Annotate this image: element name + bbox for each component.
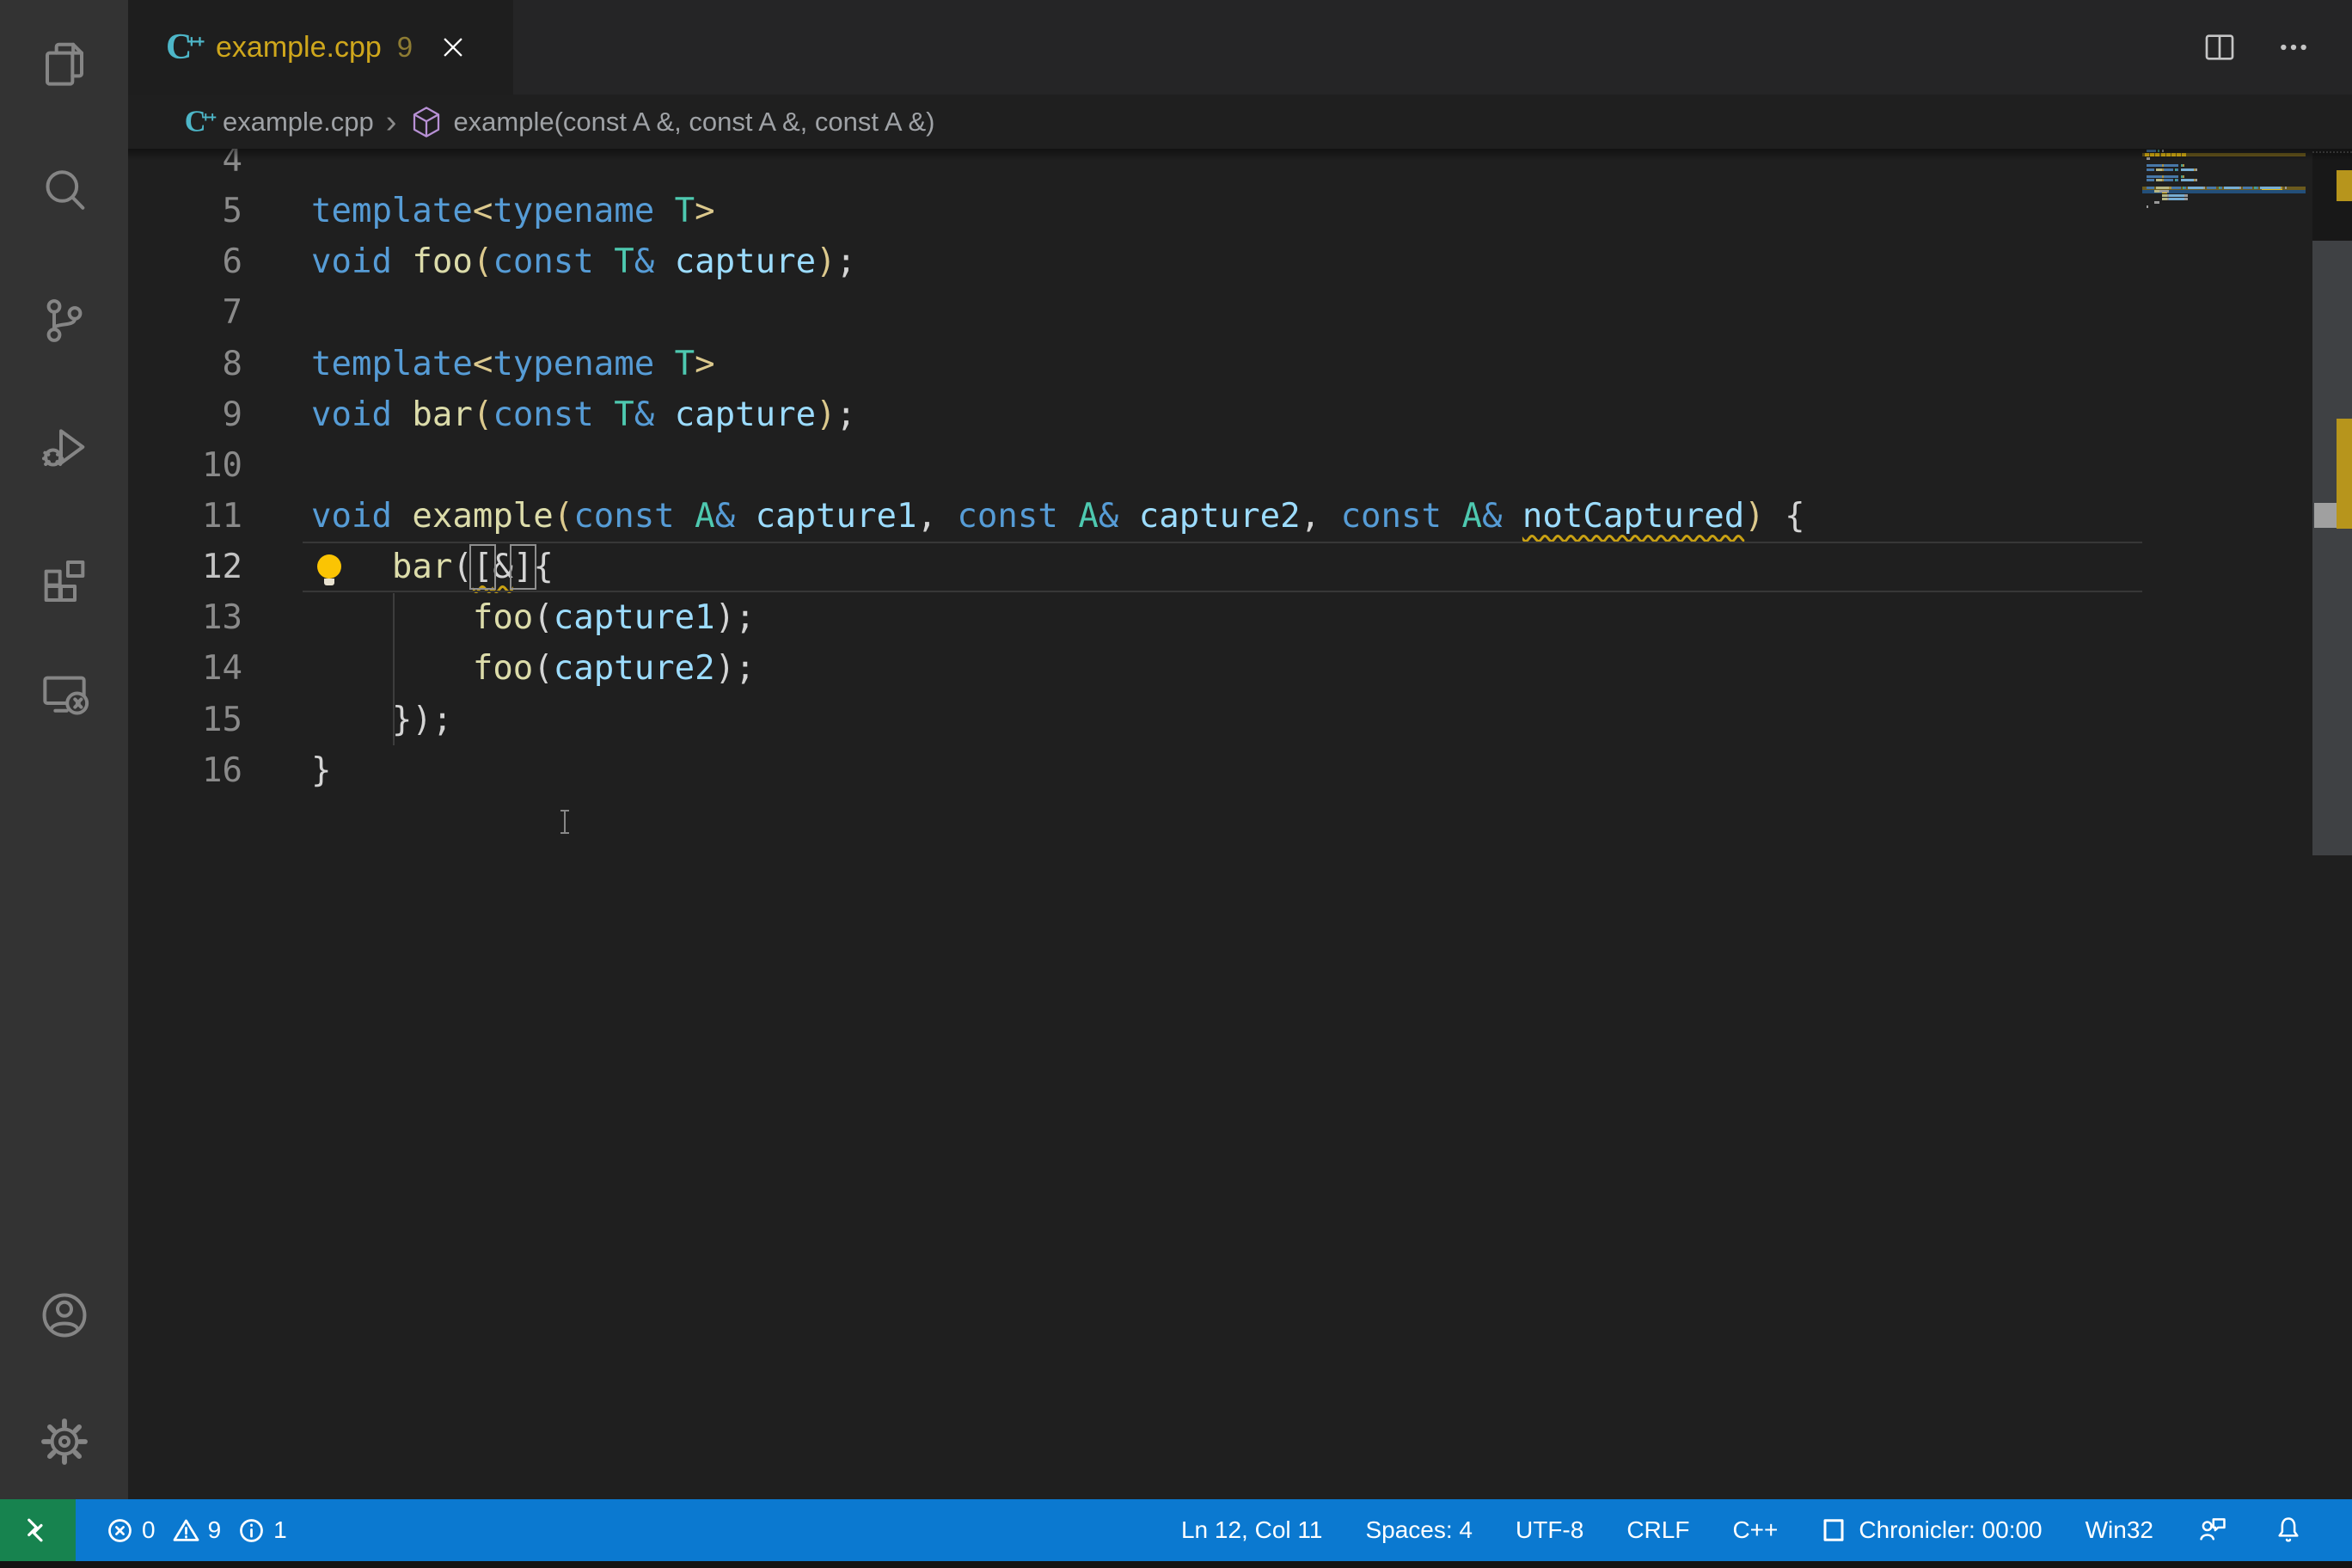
breadcrumb: C++ example.cpp › example(const A &, con… — [128, 95, 2352, 149]
chronicler-icon — [1821, 1516, 1847, 1545]
scrollbar[interactable] — [2312, 149, 2352, 1499]
search-icon — [37, 162, 92, 217]
line-number: 4 — [128, 149, 242, 186]
chevron-right-icon: › — [386, 109, 397, 135]
remote-explorer-icon — [37, 665, 92, 720]
code-line[interactable]: 7 — [128, 287, 2142, 338]
line-number: 9 — [128, 389, 242, 440]
split-editor-icon[interactable] — [2201, 28, 2239, 66]
feedback-button[interactable] — [2196, 1514, 2229, 1547]
error-count: 0 — [142, 1516, 156, 1544]
cursor-position-status[interactable]: Ln 12, Col 11 — [1181, 1516, 1323, 1544]
code-line[interactable]: 14 foo(capture2); — [128, 643, 2142, 694]
symbol-method-icon — [408, 104, 444, 140]
info-icon — [238, 1517, 265, 1544]
code-line[interactable]: 13 foo(capture1); — [128, 592, 2142, 643]
code-line[interactable]: 10 — [128, 440, 2142, 491]
sidebar-item-source-control[interactable] — [0, 273, 128, 368]
breadcrumb-file[interactable]: example.cpp — [223, 107, 374, 138]
code-line[interactable]: 8template<typename T> — [128, 339, 2142, 389]
warning-count: 9 — [208, 1516, 222, 1544]
line-number: 10 — [128, 440, 242, 491]
code-editor[interactable]: 45template<typename T>6void foo(const T&… — [128, 149, 2142, 1499]
sidebar-item-explorer[interactable] — [0, 17, 128, 112]
run-debug-icon — [37, 420, 92, 475]
status-bar: 0 9 1 Ln 12, Col 11 Spaces: 4 UTF-8 CRLF… — [0, 1499, 2352, 1561]
gear-icon — [37, 1414, 92, 1469]
chronicler-status[interactable]: Chronicler: 00:00 — [1821, 1516, 2042, 1545]
breadcrumb-symbol[interactable]: example(const A &, const A &, const A &) — [453, 107, 934, 138]
overview-ruler-mark — [2314, 503, 2337, 528]
more-actions-icon[interactable] — [2275, 28, 2312, 66]
tab-example-cpp[interactable]: C++ example.cpp 9 — [128, 0, 513, 95]
code-line[interactable]: 9void bar(const T& capture); — [128, 389, 2142, 440]
line-number: 8 — [128, 339, 242, 389]
account-button[interactable] — [0, 1268, 128, 1363]
overview-ruler-mark — [2337, 170, 2352, 201]
cpp-file-icon: C++ — [166, 28, 202, 67]
line-number: 14 — [128, 643, 242, 694]
vscode-window: C++ example.cpp 9 C++ example.cpp › exam… — [0, 0, 2352, 1568]
code-line[interactable]: 6void foo(const T& capture); — [128, 236, 2142, 287]
line-number: 7 — [128, 287, 242, 338]
remote-indicator[interactable] — [0, 1499, 76, 1561]
indentation-status[interactable]: Spaces: 4 — [1365, 1516, 1473, 1544]
info-count: 1 — [273, 1516, 287, 1544]
code-line[interactable]: 4 — [128, 149, 2142, 186]
code-line[interactable]: 5template<typename T> — [128, 186, 2142, 236]
feedback-icon — [2196, 1514, 2229, 1547]
account-icon — [37, 1288, 92, 1343]
error-icon — [107, 1517, 133, 1544]
files-icon — [37, 37, 92, 92]
code-line[interactable]: 12 bar([&]{ — [128, 542, 2142, 592]
code-line[interactable]: 16} — [128, 745, 2142, 796]
language-mode-status[interactable]: C++ — [1732, 1516, 1778, 1544]
sidebar-item-remote-explorer[interactable] — [0, 646, 128, 740]
code-line[interactable]: 11void example(const A& capture1, const … — [128, 491, 2142, 542]
problems-status[interactable]: 0 9 1 — [107, 1499, 287, 1561]
settings-button[interactable] — [0, 1394, 128, 1489]
status-bar-right: Ln 12, Col 11 Spaces: 4 UTF-8 CRLF C++ C… — [1181, 1499, 2305, 1561]
eol-status[interactable]: CRLF — [1626, 1516, 1689, 1544]
code-line[interactable]: 15 }); — [128, 695, 2142, 745]
editor-actions — [2201, 0, 2312, 95]
tab-bar: C++ example.cpp 9 — [128, 0, 2352, 95]
tab-problems-badge: 9 — [397, 31, 413, 64]
cpp-file-icon: C++ — [185, 106, 214, 138]
sidebar-item-extensions[interactable] — [0, 529, 128, 623]
scrollbar-thumb[interactable] — [2312, 241, 2352, 855]
source-control-icon — [37, 293, 92, 348]
mouse-ibeam-cursor — [558, 809, 572, 835]
sidebar-item-search[interactable] — [0, 143, 128, 237]
line-number: 12 — [128, 542, 242, 592]
bell-icon — [2272, 1514, 2305, 1547]
activity-bar — [0, 0, 128, 1499]
line-number: 6 — [128, 236, 242, 287]
line-number: 13 — [128, 592, 242, 643]
lightbulb-icon[interactable] — [316, 554, 342, 589]
close-icon[interactable] — [438, 33, 468, 62]
encoding-status[interactable]: UTF-8 — [1516, 1516, 1583, 1544]
sidebar-item-run-debug[interactable] — [0, 400, 128, 494]
warning-icon — [173, 1517, 199, 1544]
line-number: 16 — [128, 745, 242, 796]
notifications-button[interactable] — [2272, 1514, 2305, 1547]
minimap[interactable] — [2142, 149, 2312, 1499]
platform-status[interactable]: Win32 — [2086, 1516, 2153, 1544]
line-number: 11 — [128, 491, 242, 542]
remote-indicator-icon — [21, 1514, 54, 1547]
tab-label: example.cpp — [216, 31, 382, 64]
overview-ruler-mark — [2337, 419, 2352, 529]
line-number: 5 — [128, 186, 242, 236]
line-number: 15 — [128, 695, 242, 745]
window-bottom-edge — [0, 1561, 2352, 1568]
extensions-icon — [37, 548, 92, 603]
